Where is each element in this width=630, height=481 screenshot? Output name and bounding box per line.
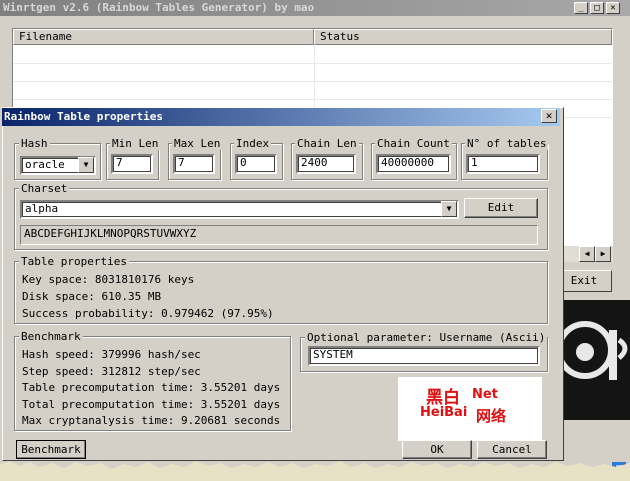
chain-len-input[interactable]: 2400 — [296, 154, 356, 174]
watermark-brand: HeiBai — [420, 405, 468, 420]
disk-space-text: Disk space: 610.35 MB — [22, 290, 162, 303]
min-len-label: Min Len — [110, 137, 161, 150]
benchmark-button[interactable]: Benchmark — [16, 440, 86, 459]
ok-button[interactable]: OK — [402, 440, 472, 459]
charset-select[interactable]: alpha — [20, 200, 459, 219]
scroll-right-icon[interactable]: ▶ — [595, 246, 611, 262]
watermark-cn-sub: 网络 — [476, 407, 507, 425]
column-header-filename[interactable]: Filename — [13, 29, 314, 45]
close-main-button[interactable]: ✕ — [606, 2, 620, 14]
table-properties-label: Table properties — [19, 255, 129, 268]
chain-count-label: Chain Count — [375, 137, 452, 150]
charset-label: Charset — [19, 182, 70, 195]
min-len-input[interactable]: 7 — [111, 154, 153, 174]
table-precomputation-text: Table precomputation time: 3.55201 days — [22, 381, 281, 394]
num-tables-input[interactable]: 1 — [466, 154, 540, 174]
app-logo — [555, 300, 630, 420]
charset-characters: ABCDEFGHIJKLMNOPQRSTUVWXYZ — [20, 225, 538, 245]
index-input[interactable]: 0 — [235, 154, 277, 174]
row-line — [13, 99, 612, 100]
skull-logo-icon — [556, 321, 628, 380]
max-len-input[interactable]: 7 — [173, 154, 215, 174]
num-tables-label: N° of tables — [465, 137, 549, 150]
username-input[interactable]: SYSTEM — [308, 346, 540, 366]
index-label: Index — [234, 137, 272, 150]
max-cryptanalysis-text: Max cryptanalysis time: 9.20681 seconds — [22, 414, 281, 427]
cancel-button[interactable]: Cancel — [477, 440, 547, 459]
chevron-down-icon[interactable]: ▼ — [78, 157, 94, 173]
chain-count-input[interactable]: 40000000 — [376, 154, 451, 174]
scroll-left-icon[interactable]: ◀ — [579, 246, 595, 262]
total-precomputation-text: Total precomputation time: 3.55201 days — [22, 398, 281, 411]
optional-parameter-label: Optional parameter: Username (Ascii) — [305, 331, 548, 344]
main-window-title: Winrtgen v2.6 (Rainbow Tables Generator)… — [0, 0, 630, 16]
hash-label: Hash — [19, 137, 50, 150]
edit-charset-button[interactable]: Edit — [464, 198, 538, 218]
maximize-button[interactable]: □ — [590, 2, 604, 14]
row-line — [13, 63, 612, 64]
torn-edge — [0, 461, 630, 481]
chain-len-label: Chain Len — [295, 137, 359, 150]
dialog-title: Rainbow Table properties — [2, 108, 560, 126]
heibai-watermark: 黑白 Net HeiBai 网络 — [398, 377, 542, 441]
hash-speed-text: Hash speed: 379996 hash/sec — [22, 348, 201, 361]
row-line — [13, 81, 612, 82]
minimize-button[interactable]: _ — [574, 2, 588, 14]
success-probability-text: Success probability: 0.979462 (97.95%) — [22, 307, 274, 320]
watermark-net: Net — [472, 387, 498, 402]
column-header-status[interactable]: Status — [314, 29, 612, 45]
key-space-text: Key space: 8031810176 keys — [22, 273, 195, 286]
step-speed-text: Step speed: 312812 step/sec — [22, 365, 201, 378]
exit-button[interactable]: Exit — [556, 270, 612, 292]
benchmark-label: Benchmark — [19, 330, 83, 343]
dialog-close-button[interactable]: ✕ — [541, 109, 557, 123]
chevron-down-icon[interactable]: ▼ — [441, 201, 457, 217]
max-len-label: Max Len — [172, 137, 223, 150]
